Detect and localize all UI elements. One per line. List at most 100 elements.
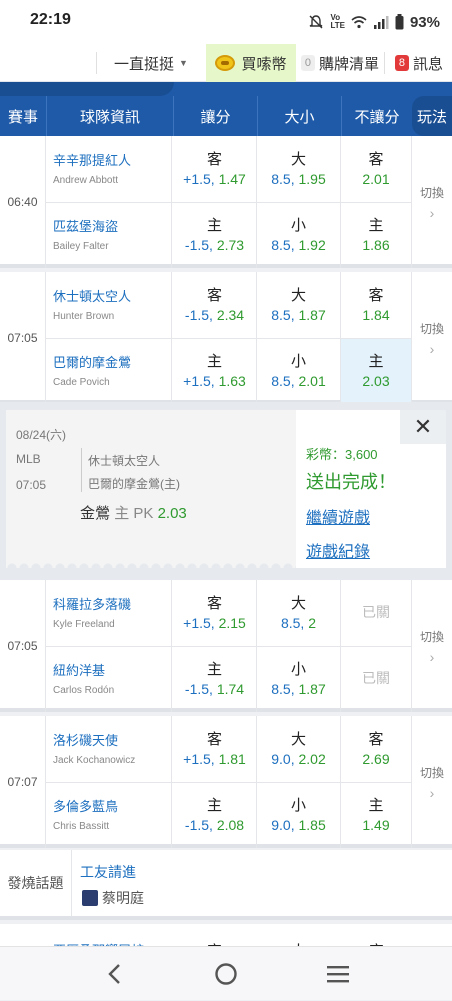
message-count-badge: 8: [394, 55, 409, 71]
recents-button[interactable]: [298, 947, 378, 1001]
close-icon[interactable]: ✕: [400, 410, 446, 444]
game-time: 07:05: [0, 580, 46, 712]
chevron-right-icon: ›: [429, 204, 435, 221]
wifi-icon: [351, 16, 367, 29]
pitcher-name: Kyle Freeland: [53, 619, 115, 630]
pitcher-name: Cade Povich: [53, 377, 110, 388]
switch-button[interactable]: 切換 ›: [412, 716, 452, 848]
team-away[interactable]: 科羅拉多落磯 Kyle Freeland: [46, 580, 172, 646]
header-spread: 讓分: [173, 96, 257, 136]
chevron-right-icon: ›: [429, 340, 435, 357]
spread-odds-home[interactable]: 主 -1.5, 2.08: [173, 782, 257, 848]
total-odds-over[interactable]: 大 9.0, 2.02: [257, 716, 341, 782]
chevron-right-icon: ›: [429, 648, 435, 665]
game-time: 07:05: [0, 272, 46, 404]
total-odds-over[interactable]: 大 8.5, 1.87: [257, 272, 341, 338]
filter-dropdown[interactable]: 一直挺挺 ▼: [96, 44, 206, 82]
total-odds-over[interactable]: 大 8.5, 1.95: [257, 136, 341, 202]
moneyline-odds-home[interactable]: 主 1.86: [341, 202, 412, 268]
total-odds-under[interactable]: 小 8.5, 1.92: [257, 202, 341, 268]
mute-icon: [309, 15, 323, 29]
header-team-info: 球隊資訊: [46, 96, 173, 136]
coin-balance: 彩幣：3,600: [306, 447, 378, 462]
messages-label: 訊息: [412, 55, 443, 73]
moneyline-odds-away[interactable]: 客 2.69: [341, 716, 412, 782]
team-name: 巴爾的摩金鶯: [53, 355, 132, 370]
spread-odds-home[interactable]: 主 -1.5, 1.74: [173, 646, 257, 712]
menu-icon: [327, 966, 349, 983]
home-button[interactable]: [186, 947, 266, 1001]
team-name: 休士頓太空人: [53, 289, 132, 304]
signal-icon: [373, 16, 389, 29]
total-odds-over[interactable]: 大 8.5, 2: [257, 580, 341, 646]
back-button[interactable]: [74, 947, 154, 1001]
table-header: 賽事 球隊資訊 讓分 大小 不讓分 玩法: [0, 82, 452, 136]
moneyline-closed: 已關: [341, 580, 412, 646]
ticket-date: 08/24(六): [16, 428, 67, 442]
hot-topic-author: 蔡明庭: [102, 890, 144, 906]
hot-topic-title[interactable]: 工友請進: [80, 862, 136, 882]
team-home[interactable]: 多倫多藍鳥 Chris Bassitt: [46, 782, 172, 848]
spread-odds-away[interactable]: 客 +1.5, 1.47: [173, 136, 257, 202]
battery-percent: 93%: [409, 13, 440, 31]
switch-button[interactable]: 切換 ›: [412, 136, 452, 268]
team-name: 紐約洋基: [53, 663, 106, 678]
spread-odds-home[interactable]: 主 +1.5, 1.63: [173, 338, 257, 404]
game-time: 07:07: [0, 716, 46, 848]
ticket-league: MLB: [16, 452, 41, 466]
pitcher-name: Carlos Rodón: [53, 685, 115, 696]
team-name: 辛辛那提紅人: [53, 153, 132, 168]
team-away[interactable]: 辛辛那提紅人 Andrew Abbott: [46, 136, 172, 202]
hot-topic-row: 發燒話題 工友請進 蔡明庭: [0, 850, 452, 920]
system-nav-bar: [0, 946, 452, 1000]
moneyline-odds-away[interactable]: 客 2.01: [341, 136, 412, 202]
play-type-button[interactable]: 玩法: [412, 96, 452, 136]
switch-button[interactable]: 切換 ›: [412, 272, 452, 404]
total-odds-under[interactable]: 小 8.5, 2.01: [257, 338, 341, 404]
status-time: 22:19: [30, 11, 71, 28]
spread-odds-away[interactable]: 客 +1.5, 2.15: [173, 580, 257, 646]
ticket-pick: 金鶯 主 PK 2.03: [80, 505, 187, 522]
cart-button[interactable]: 0 購牌清單: [298, 44, 382, 82]
ticket-team-away: 休士頓太空人: [88, 454, 161, 468]
moneyline-odds-home[interactable]: 主 1.49: [341, 782, 412, 848]
team-home[interactable]: 巴爾的摩金鶯 Cade Povich: [46, 338, 172, 404]
moneyline-odds-home-selected[interactable]: 主 2.03: [341, 338, 412, 404]
spread-odds-away[interactable]: 客 -1.5, 2.34: [173, 272, 257, 338]
game-card: 07:05 休士頓太空人 Hunter Brown 巴爾的摩金鶯 Cade Po…: [0, 272, 452, 404]
ticket-team-home: 巴爾的摩金鶯(主): [88, 477, 180, 491]
team-name: 匹茲堡海盜: [53, 219, 119, 234]
game-history-link[interactable]: 遊戲紀錄: [306, 538, 370, 562]
switch-button[interactable]: 切換 ›: [412, 580, 452, 712]
back-icon: [108, 964, 120, 984]
team-away[interactable]: 洛杉磯天使 Jack Kochanowicz: [46, 716, 172, 782]
spread-odds-home[interactable]: 主 -1.5, 2.73: [173, 202, 257, 268]
total-odds-under[interactable]: 小 9.0, 1.85: [257, 782, 341, 848]
team-name: 多倫多藍鳥: [53, 799, 119, 814]
team-home[interactable]: 紐約洋基 Carlos Rodón: [46, 646, 172, 712]
battery-icon: [395, 14, 404, 30]
continue-game-link[interactable]: 繼續遊戲: [306, 504, 370, 528]
pitcher-name: Chris Bassitt: [53, 821, 110, 832]
spread-odds-away[interactable]: 客 +1.5, 1.81: [173, 716, 257, 782]
buy-coins-button[interactable]: 買嗦幣: [206, 44, 296, 82]
volte-icon: Vo LTE: [330, 13, 345, 30]
team-name: 洛杉磯天使: [53, 733, 119, 748]
header-total: 大小: [257, 96, 341, 136]
top-nav: 一直挺挺 ▼ 買嗦幣 0 購牌清單 8 訊息: [0, 44, 452, 82]
team-away[interactable]: 休士頓太空人 Hunter Brown: [46, 272, 172, 338]
messages-button[interactable]: 8 訊息: [386, 44, 452, 82]
date-tab[interactable]: [0, 82, 174, 96]
chevron-right-icon: ›: [429, 784, 435, 801]
game-time: 06:40: [0, 136, 46, 268]
home-icon: [215, 963, 237, 985]
pitcher-name: Jack Kochanowicz: [53, 755, 136, 766]
bet-confirmation-panel: 08/24(六) MLB 07:05 休士頓太空人 巴爾的摩金鶯(主) 金鶯 主…: [0, 402, 452, 580]
team-home[interactable]: 匹茲堡海盜 Bailey Falter: [46, 202, 172, 268]
ticket-time: 07:05: [16, 478, 47, 492]
total-odds-under[interactable]: 小 8.5, 1.87: [257, 646, 341, 712]
filter-label: 一直挺挺: [114, 55, 175, 73]
game-card: 07:05 科羅拉多落磯 Kyle Freeland 紐約洋基 Carlos R…: [0, 580, 452, 712]
moneyline-odds-away[interactable]: 客 1.84: [341, 272, 412, 338]
submit-status: 送出完成！: [306, 472, 396, 492]
